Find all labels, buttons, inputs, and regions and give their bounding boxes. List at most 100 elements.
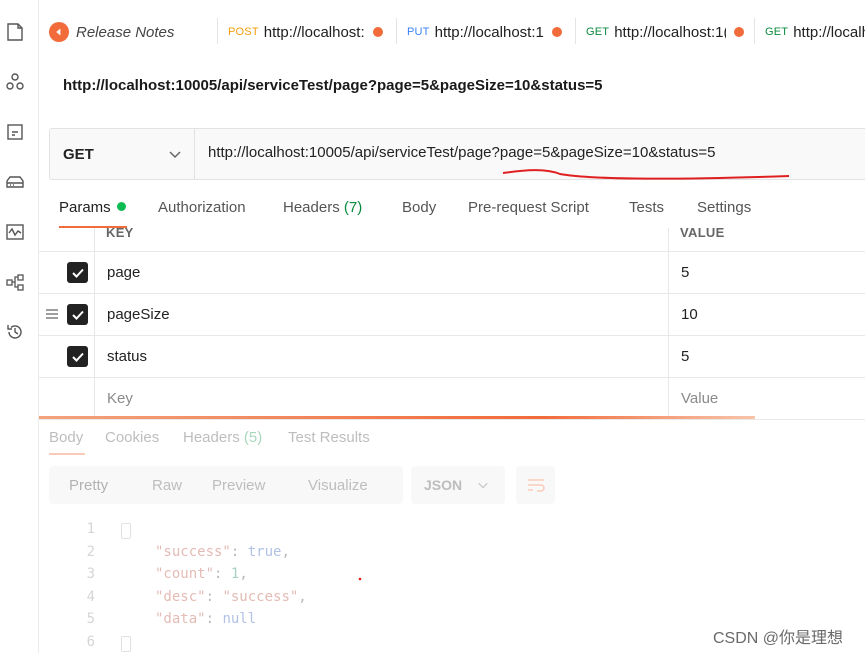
line-number: 3 xyxy=(86,566,95,583)
tab-divider xyxy=(396,18,397,44)
table-header-row: KEY VALUE xyxy=(39,225,865,252)
collections-icon[interactable] xyxy=(4,21,26,43)
json-key: "success" xyxy=(155,543,231,560)
table-row: pageSize 10 xyxy=(39,294,865,336)
method-dropdown[interactable]: GET xyxy=(50,129,195,179)
tab-put-request[interactable]: PUT http://localhost:1 xyxy=(407,0,567,64)
watermark-text: CSDN @你是理想 xyxy=(713,630,844,647)
param-value[interactable]: 5 xyxy=(681,264,689,281)
tab-test-results[interactable]: Test Results xyxy=(288,429,370,446)
pane-resize-divider[interactable] xyxy=(39,416,755,419)
tab-settings[interactable]: Settings xyxy=(697,199,751,216)
response-headers-label: Headers xyxy=(183,429,240,446)
tab-get-request-2[interactable]: GET http://localh xyxy=(765,0,865,64)
code-text: "count": 1, xyxy=(155,566,248,583)
line-number: 4 xyxy=(86,588,95,605)
param-enabled-checkbox[interactable] xyxy=(67,262,88,283)
json-value: "success" xyxy=(222,588,299,605)
table-row: status 5 xyxy=(39,336,865,378)
postman-logo-icon xyxy=(49,22,69,42)
column-divider xyxy=(94,228,95,251)
code-text: "success": true, xyxy=(155,543,290,560)
key-column-header: KEY xyxy=(106,225,134,240)
fold-icon[interactable] xyxy=(121,635,131,652)
response-headers-count: (5) xyxy=(243,429,263,446)
monitors-icon[interactable] xyxy=(4,221,26,243)
left-sidebar xyxy=(0,0,39,653)
code-text: "data": null xyxy=(155,611,257,628)
column-divider xyxy=(94,294,95,335)
column-divider xyxy=(668,252,669,293)
method-value: GET xyxy=(63,145,94,163)
line-number: 1 xyxy=(86,521,95,537)
tab-params-label: Params xyxy=(59,199,111,216)
tab-post-request[interactable]: POST http://localhost: xyxy=(228,0,388,64)
tab-label: http://localhost:1( xyxy=(614,23,727,41)
tab-release-notes[interactable]: Release Notes xyxy=(49,0,174,64)
new-key-input[interactable]: Key xyxy=(107,390,133,407)
request-section-tabs: Params Authorization Headers (7) Body Pr… xyxy=(39,188,865,228)
param-value[interactable]: 10 xyxy=(681,306,698,323)
format-visualize-button[interactable]: Visualize xyxy=(308,477,368,494)
tab-response-headers[interactable]: Headers (5) xyxy=(183,429,262,446)
checkmark-icon xyxy=(71,310,84,320)
language-select[interactable]: JSON xyxy=(411,466,505,504)
param-value[interactable]: 5 xyxy=(681,348,689,365)
history-icon[interactable] xyxy=(4,321,26,343)
tab-label: http://localh xyxy=(793,23,865,41)
new-value-input[interactable]: Value xyxy=(681,390,718,407)
param-key[interactable]: page xyxy=(107,264,140,281)
query-params-table: KEY VALUE page 5 pageSize 10 status 5 Ke… xyxy=(39,225,865,420)
request-bar: GET http://localhost:10005/api/serviceTe… xyxy=(49,128,865,180)
param-enabled-checkbox[interactable] xyxy=(67,346,88,367)
format-pretty-button[interactable]: Pretty xyxy=(69,477,108,494)
apis-icon[interactable] xyxy=(4,71,26,93)
tab-divider xyxy=(754,18,755,44)
tab-tests[interactable]: Tests xyxy=(629,199,664,216)
format-raw-button[interactable]: Raw xyxy=(152,477,182,494)
value-column-header: VALUE xyxy=(680,225,725,240)
wrap-lines-icon xyxy=(528,479,545,492)
table-row-empty: Key Value xyxy=(39,378,865,420)
column-divider xyxy=(668,336,669,377)
json-value: null xyxy=(222,611,257,628)
line-number: 5 xyxy=(86,611,95,628)
fold-icon[interactable] xyxy=(121,523,131,539)
method-badge: GET xyxy=(765,26,789,38)
environments-icon[interactable] xyxy=(4,121,26,143)
param-key[interactable]: pageSize xyxy=(107,306,170,323)
tab-response-body[interactable]: Body xyxy=(49,429,83,446)
tab-pre-request-script[interactable]: Pre-request Script xyxy=(468,199,589,216)
language-value: JSON xyxy=(424,477,463,493)
tab-params[interactable]: Params xyxy=(59,199,126,216)
json-value: true xyxy=(247,543,282,560)
line-number: 6 xyxy=(86,633,95,650)
json-key: "data" xyxy=(155,611,206,628)
drag-handle-icon[interactable] xyxy=(45,308,59,320)
checkmark-icon xyxy=(71,268,84,278)
unsaved-dot-icon xyxy=(372,27,383,37)
url-input[interactable]: http://localhost:10005/api/serviceTest/p… xyxy=(208,144,715,161)
mock-servers-icon[interactable] xyxy=(4,171,26,193)
tab-authorization[interactable]: Authorization xyxy=(158,199,246,216)
code-text: "desc": "success", xyxy=(155,588,307,605)
json-key: "desc" xyxy=(155,588,206,605)
line-number: 2 xyxy=(86,543,95,560)
column-divider xyxy=(668,228,669,251)
tab-label: Release Notes xyxy=(76,23,175,41)
request-title[interactable]: http://localhost:10005/api/serviceTest/p… xyxy=(63,77,603,94)
unsaved-dot-icon xyxy=(551,27,562,37)
param-enabled-checkbox[interactable] xyxy=(67,304,88,325)
column-divider xyxy=(94,378,95,419)
tab-headers[interactable]: Headers (7) xyxy=(283,199,362,216)
wrap-lines-button[interactable] xyxy=(516,466,555,504)
format-preview-button[interactable]: Preview xyxy=(212,477,265,494)
tab-get-request[interactable]: GET http://localhost:1( xyxy=(586,0,746,64)
param-key[interactable]: status xyxy=(107,348,147,365)
tab-response-cookies[interactable]: Cookies xyxy=(105,429,159,446)
tab-divider xyxy=(575,18,576,44)
column-divider xyxy=(94,252,95,293)
flows-icon[interactable] xyxy=(4,271,26,293)
checkmark-icon xyxy=(71,352,84,362)
tab-body[interactable]: Body xyxy=(402,199,436,216)
